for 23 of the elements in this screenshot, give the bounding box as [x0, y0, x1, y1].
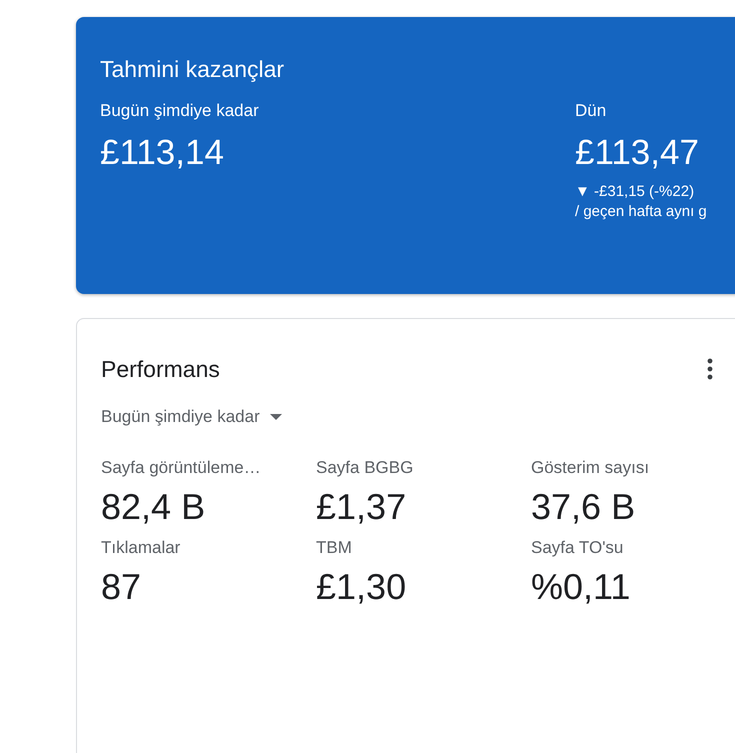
earnings-change: ▼ -£31,15 (-%22) [575, 182, 696, 202]
earnings-value: £113,47 [575, 132, 700, 174]
metric-value: %0,11 [531, 565, 632, 609]
earnings-value: £113,14 [100, 132, 225, 174]
earnings-label: Dün [575, 100, 608, 122]
metric-label: Gösterim sayısı [531, 457, 650, 479]
caret-icon [270, 414, 282, 420]
metric-value: 37,6 B [531, 485, 636, 529]
comparison-note: / geçen hafta aynı g [575, 202, 708, 222]
metric-label: TBM [316, 537, 353, 559]
card-title: Performans [101, 355, 220, 383]
metric-value: 82,4 B [101, 485, 206, 529]
metric-label: Sayfa TO'su [531, 537, 624, 559]
metric-value: £1,30 [316, 565, 408, 609]
earnings-label: Bugün şimdiye kadar [100, 100, 260, 122]
metric-value: 87 [101, 565, 142, 609]
metric-label: Sayfa görüntüleme… [101, 457, 262, 479]
metric-label: Sayfa BGBG [316, 457, 414, 479]
metric-label: Tıklamalar [101, 537, 182, 559]
period-dropdown[interactable]: Bugün şimdiye kadar [101, 407, 282, 427]
more-options-icon[interactable] [707, 358, 713, 380]
card-title: Tahmini kazançlar [100, 55, 286, 83]
metric-value: £1,37 [316, 485, 408, 529]
